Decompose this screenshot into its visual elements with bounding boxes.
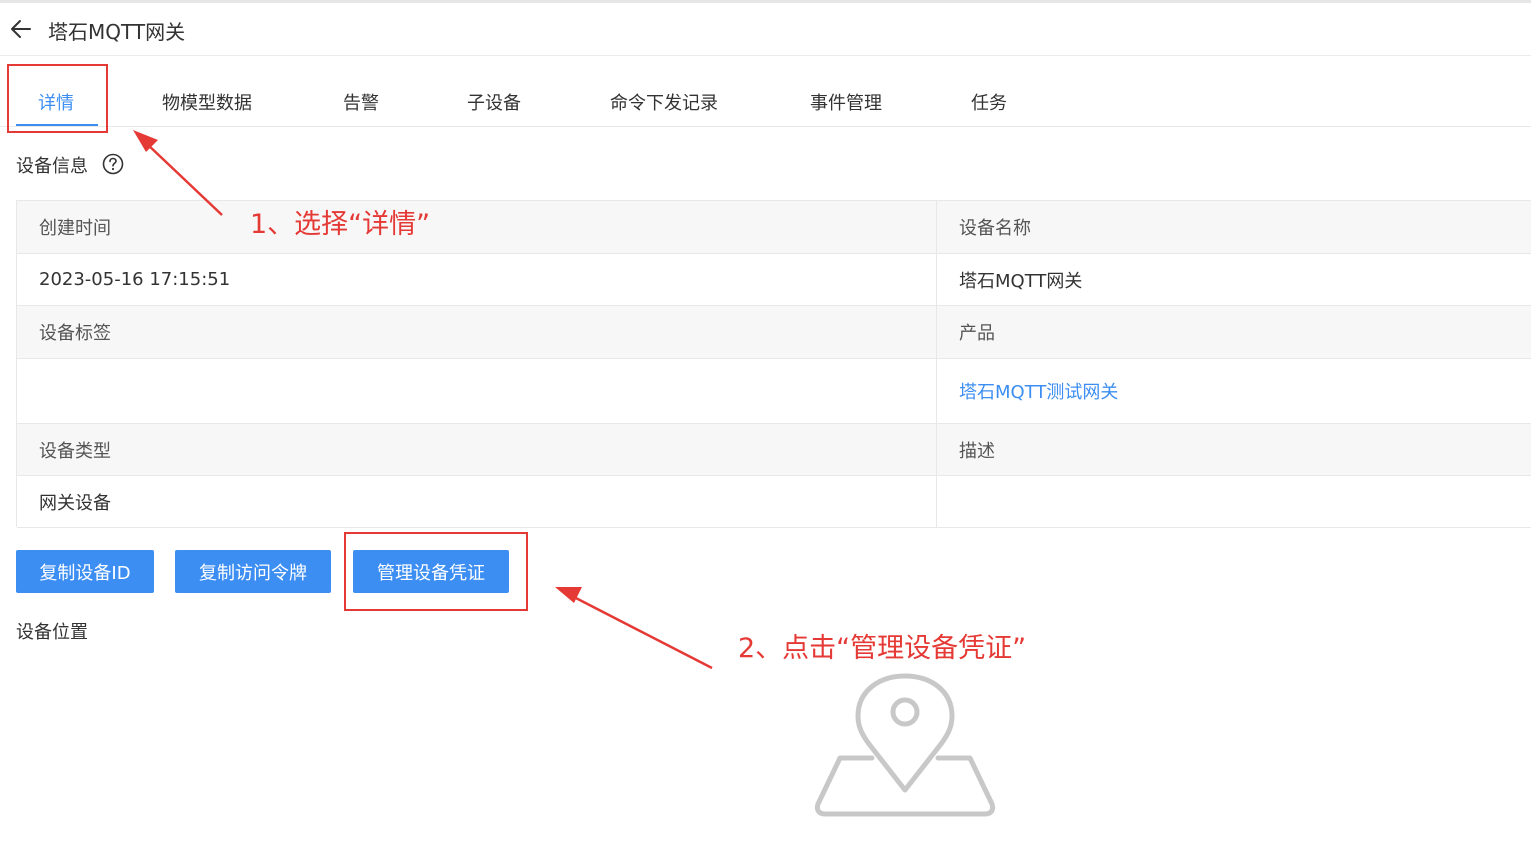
arrow-line-step1: [145, 142, 223, 216]
annotation-step2: 2、点击“管理设备凭证”: [738, 633, 1027, 664]
arrow-head-step1: [133, 130, 158, 152]
annotation-step1: 1、选择“详情”: [250, 209, 431, 240]
annotation-arrows: [133, 130, 713, 670]
arrow-head-step2: [555, 587, 582, 603]
arrow-line-step2: [569, 593, 713, 670]
